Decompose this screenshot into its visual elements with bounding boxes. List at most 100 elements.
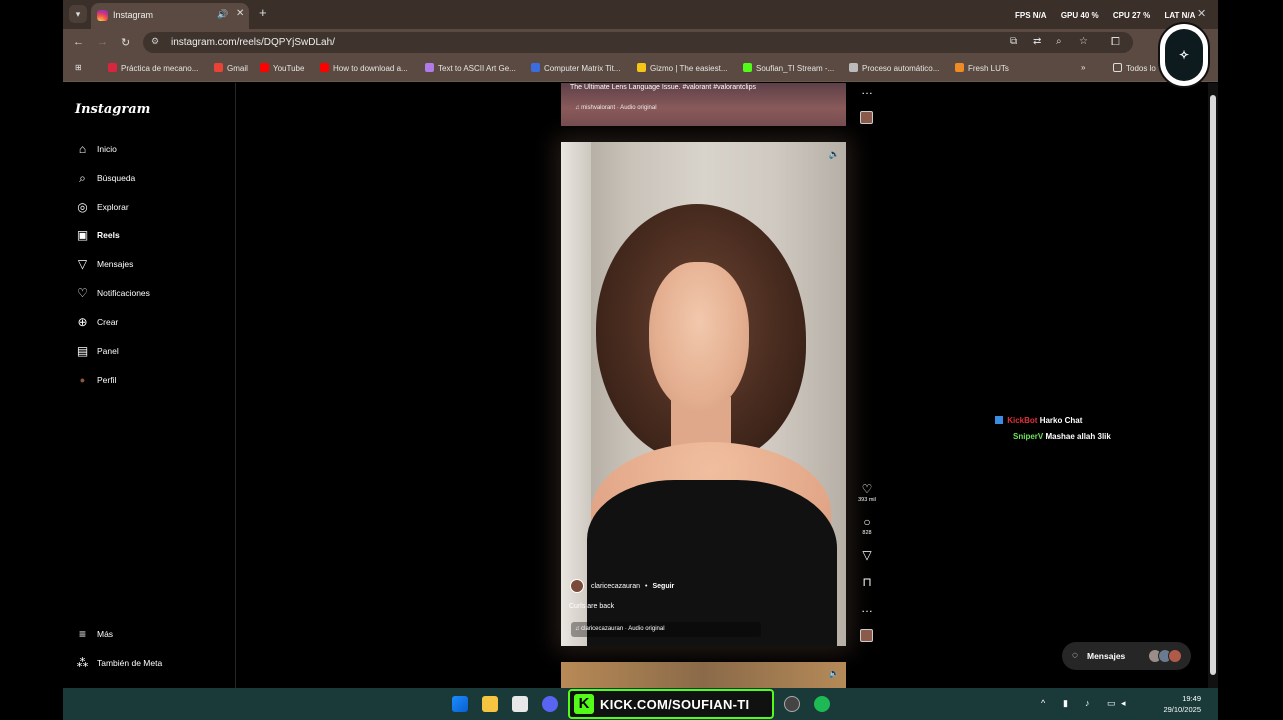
bookmark-item[interactable]: How to download a... (320, 63, 408, 73)
tab-close-icon[interactable]: ✕ (236, 8, 244, 19)
forward-arrow-icon[interactable]: → (97, 36, 108, 48)
bookmark-favicon-icon (955, 63, 964, 72)
search-icon: ⌕ (79, 170, 86, 185)
bookmark-favicon-icon (849, 63, 858, 72)
mute-icon[interactable]: 🔈 (829, 149, 840, 160)
comment-count: 828 (862, 530, 872, 536)
chat-text: Harko Chat (1039, 416, 1083, 425)
bookmark-star-icon[interactable]: ☆ (1079, 36, 1088, 47)
message-avatars (1148, 649, 1184, 663)
previous-reel-caption: The Ultimate Lens Language Issue. #valor… (570, 84, 756, 91)
sidebar-item-panel[interactable]: ▤ Panel (75, 342, 119, 360)
sidebar-item-label: Notificaciones (97, 288, 150, 298)
sidebar-item-inicio[interactable]: ⌂ Inicio (75, 140, 117, 158)
bookmark-item[interactable]: Computer Matrix Tit... (531, 63, 620, 73)
heart-icon: ♡ (77, 285, 88, 300)
youtube-icon (320, 63, 329, 72)
bookmark-item[interactable]: YouTube (260, 63, 304, 73)
sidebar-item-notificaciones[interactable]: ♡ Notificaciones (75, 284, 150, 302)
extensions-icon[interactable]: ⧠ (1111, 36, 1120, 49)
bookmark-item[interactable]: Práctica de mecano... (108, 63, 198, 73)
install-app-icon[interactable]: ⧉ (1010, 36, 1017, 47)
performance-overlay: FPS N/A GPU 40 % CPU 27 % LAT N/A (1015, 11, 1207, 20)
microphone-icon[interactable]: ♪ (1085, 698, 1090, 708)
next-reel[interactable]: 🔈 (561, 662, 846, 688)
site-info-icon[interactable]: ⚙ (151, 36, 159, 47)
previous-audio-thumbnail[interactable] (860, 111, 873, 124)
window-close-icon[interactable]: ✕ (1197, 7, 1206, 20)
reel-username[interactable]: claricecazauran (591, 583, 640, 590)
audio-thumbnail[interactable] (860, 629, 873, 642)
network-icon[interactable]: ▭ (1107, 698, 1116, 709)
tray-overflow-icon[interactable]: ^ (1041, 698, 1045, 708)
all-bookmarks-folder[interactable]: Todos lo (1113, 63, 1156, 73)
new-tab-button[interactable]: + (259, 5, 267, 20)
tab-instagram[interactable]: Instagram 🔊 ✕ (91, 3, 249, 29)
bookmark-item[interactable]: Proceso automático... (849, 63, 939, 73)
app-icon[interactable] (784, 696, 800, 712)
instagram-logo[interactable]: Instagram (75, 102, 150, 117)
more-options-button[interactable]: … (857, 602, 877, 614)
sidebar-item-crear[interactable]: ⊕ Crear (75, 313, 118, 331)
back-arrow-icon[interactable]: ← (73, 36, 84, 48)
plus-icon: ⊕ (77, 314, 88, 329)
zoom-icon[interactable]: ⌕ (1056, 36, 1062, 47)
messenger-icon: ◌ (1072, 650, 1078, 661)
sidebar-item-reels[interactable]: ▣ Reels (75, 226, 120, 244)
previous-reel[interactable]: The Ultimate Lens Language Issue. #valor… (561, 83, 846, 126)
comment-button[interactable]: ○ 828 (857, 516, 877, 536)
follow-button[interactable]: Seguir (652, 583, 674, 590)
tab-search-icon[interactable]: ▾ (69, 5, 87, 23)
address-bar[interactable]: ⚙ instagram.com/reels/DQPYjSwDLah/ ⧉ ⇄ ⌕… (143, 32, 1133, 53)
compass-icon: ◎ (77, 199, 88, 214)
sidebar-item-label: Explorar (97, 202, 129, 212)
bookmark-item[interactable]: Fresh LUTs (955, 63, 1009, 73)
screen: ▾ Instagram 🔊 ✕ + FPS N/A GPU 40 % CPU 2… (0, 0, 1283, 720)
store-icon[interactable] (512, 696, 528, 712)
start-icon[interactable] (452, 696, 468, 712)
translate-icon[interactable]: ⇄ (1033, 36, 1041, 47)
file-explorer-icon[interactable] (482, 696, 498, 712)
reload-icon[interactable]: ↻ (121, 36, 130, 49)
volume-icon[interactable]: ◂ (1121, 698, 1126, 709)
bookmark-item[interactable]: Gizmo | The easiest... (637, 63, 728, 73)
share-button[interactable]: ▽ (857, 549, 877, 561)
mute-icon[interactable]: 🔈 (829, 668, 840, 679)
apps-grid-icon[interactable]: ⊞ (75, 63, 82, 72)
scrollbar-thumb[interactable] (1210, 95, 1216, 675)
heart-icon: ♡ (861, 482, 873, 496)
like-button[interactable]: ♡ 393 mil (857, 483, 877, 503)
bookmarks-overflow-icon[interactable]: » (1081, 63, 1085, 72)
sidebar-item-mas[interactable]: ≡ Más (75, 625, 113, 643)
browser-toolbar: ← → ↻ ⚙ instagram.com/reels/DQPYjSwDLah/… (63, 29, 1218, 56)
sidebar-item-perfil[interactable]: ● Perfil (75, 371, 117, 389)
bookmark-item[interactable]: Gmail (214, 63, 248, 73)
folder-icon (1113, 63, 1122, 72)
avatar[interactable] (570, 579, 584, 593)
kick-channel-url: KICK.COM/SOUFIAN-TI (600, 697, 750, 712)
sidebar-item-label: Mensajes (97, 259, 134, 269)
sidebar-item-explorar[interactable]: ◎ Explorar (75, 198, 129, 216)
bookmark-item[interactable]: Text to ASCII Art Ge... (425, 63, 516, 73)
gpu-stat: GPU 40 % (1060, 11, 1099, 20)
messages-label: Mensajes (1087, 651, 1126, 661)
tab-audio-icon[interactable]: 🔊 (217, 9, 228, 20)
reel-video[interactable]: 🔈 claricecazauran • Seguir Curls are bac… (561, 142, 846, 646)
sidebar-item-meta[interactable]: ⁂ También de Meta (75, 654, 163, 672)
sidebar-item-mensajes[interactable]: ▽ Mensajes (75, 255, 134, 273)
sidebar-item-busqueda[interactable]: ⌕ Búsqueda (75, 169, 135, 187)
bookmark-favicon-icon (637, 63, 646, 72)
reel-audio[interactable]: ♫ claricecazauran · Audio original (571, 622, 761, 637)
cpu-stat: CPU 27 % (1112, 11, 1151, 20)
tray-app-icon[interactable]: ▮ (1063, 698, 1068, 709)
previous-reel-more-icon[interactable]: … (857, 84, 877, 96)
spotify-icon[interactable] (814, 696, 830, 712)
page-scrollbar[interactable] (1208, 83, 1218, 690)
url-text[interactable]: instagram.com/reels/DQPYjSwDLah/ (171, 37, 335, 48)
save-button[interactable]: ⊓ (857, 576, 877, 588)
bookmark-item[interactable]: Soufian_TI Stream -... (743, 63, 834, 73)
system-clock[interactable]: 19:49 29/10/2025 (1129, 693, 1201, 715)
previous-reel-audio[interactable]: ♫ mishvalorant · Audio original (575, 105, 657, 111)
discord-icon[interactable] (542, 696, 558, 712)
messages-pill[interactable]: ◌ Mensajes (1062, 642, 1191, 670)
